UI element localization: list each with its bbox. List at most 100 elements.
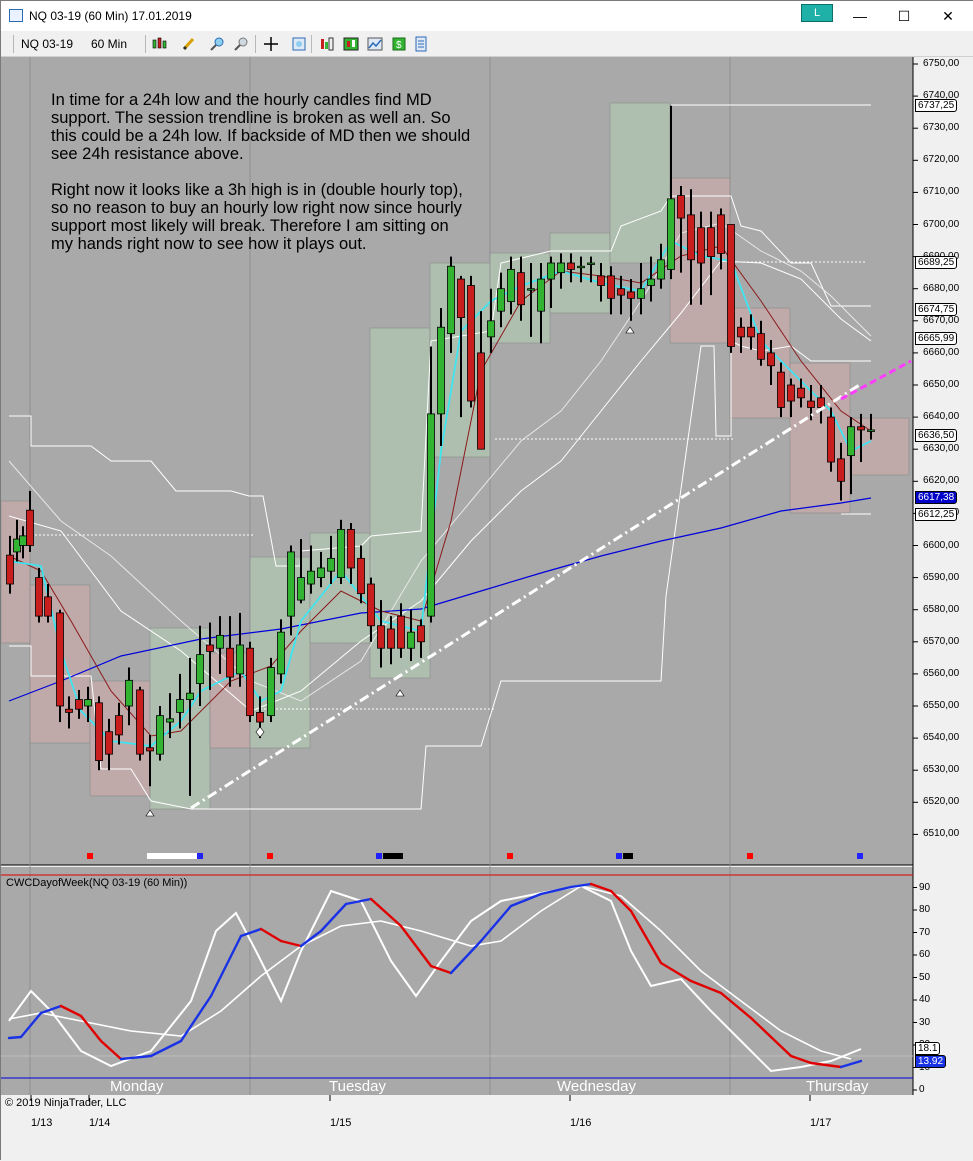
price-axis-label: 6680,00 bbox=[923, 282, 960, 294]
dollar-icon[interactable]: $ bbox=[391, 36, 407, 52]
bullish-candle bbox=[176, 699, 184, 713]
instrument-selector[interactable]: NQ 03-19 bbox=[21, 37, 73, 51]
bullish-candle bbox=[297, 577, 305, 601]
drawing-tool-icon[interactable] bbox=[181, 36, 197, 52]
svg-text:$: $ bbox=[396, 40, 402, 51]
bullish-candle bbox=[547, 262, 555, 280]
bullish-candle bbox=[267, 667, 275, 717]
bearish-candle bbox=[567, 262, 575, 270]
date-label: 1/14 bbox=[89, 1117, 111, 1129]
bearish-candle bbox=[367, 583, 375, 627]
price-level-box: 6665,99 bbox=[915, 332, 958, 345]
bearish-candle bbox=[617, 288, 625, 296]
bullish-candle bbox=[427, 413, 435, 617]
indicator-title: CWCDayofWeek(NQ 03-19 (60 Min)) bbox=[6, 877, 188, 889]
analysis-annotation: In time for a 24h low and the hourly can… bbox=[51, 91, 471, 271]
bullish-candle bbox=[236, 644, 244, 675]
price-axis-label: 6570,00 bbox=[923, 635, 960, 647]
price-axis-label: 6580,00 bbox=[923, 603, 960, 615]
session-marker bbox=[623, 853, 633, 859]
chart-window: NQ 03-19 (60 Min) 17.01.2019 L — ☐ ✕ NQ … bbox=[0, 0, 973, 1161]
price-level-box: 6636,50 bbox=[915, 429, 958, 442]
annotation-paragraph-1: In time for a 24h low and the hourly can… bbox=[51, 91, 471, 163]
bearish-candle bbox=[747, 326, 755, 338]
chart-style-icon[interactable] bbox=[151, 36, 167, 52]
link-button[interactable]: L bbox=[801, 4, 833, 22]
bearish-candle bbox=[837, 458, 845, 482]
session-marker bbox=[857, 853, 863, 859]
toolbar-separator bbox=[255, 35, 256, 53]
bearish-candle bbox=[467, 285, 475, 402]
price-axis-label: 6530,00 bbox=[923, 764, 960, 776]
chart-toolbar: NQ 03-19 60 Min $ bbox=[1, 31, 973, 57]
indicator-value-box: 18.1 bbox=[915, 1042, 941, 1055]
price-axis-label: 6720,00 bbox=[923, 154, 960, 166]
bearish-candle bbox=[357, 557, 365, 595]
price-axis-label: 6590,00 bbox=[923, 571, 960, 583]
price-axis-label: 6710,00 bbox=[923, 186, 960, 198]
session-marker bbox=[197, 853, 203, 859]
bearish-candle bbox=[827, 416, 835, 463]
indicator-axis-label: 30 bbox=[919, 1016, 931, 1028]
bearish-candle bbox=[115, 715, 123, 736]
bullish-candle bbox=[437, 326, 445, 415]
zoom-out-icon[interactable] bbox=[233, 36, 249, 52]
bullish-candle bbox=[867, 429, 875, 432]
minimize-button[interactable]: — bbox=[845, 5, 875, 27]
bearish-candle bbox=[707, 227, 715, 258]
price-axis-label: 6660,00 bbox=[923, 346, 960, 358]
indicator-axis-label: 40 bbox=[919, 994, 931, 1005]
bearish-candle bbox=[347, 529, 355, 569]
session-marker bbox=[267, 853, 273, 859]
session-marker bbox=[747, 853, 753, 859]
bearish-candle bbox=[777, 371, 785, 408]
crosshair-icon[interactable] bbox=[263, 36, 279, 52]
bullish-candle bbox=[125, 679, 133, 707]
price-axis-label: 6630,00 bbox=[923, 443, 960, 455]
bullish-candle bbox=[327, 557, 335, 572]
bearish-candle bbox=[697, 227, 705, 264]
bearish-candle bbox=[65, 708, 73, 713]
price-axis-label: 6560,00 bbox=[923, 667, 960, 679]
bearish-candle bbox=[797, 387, 805, 399]
indicators-icon[interactable] bbox=[319, 36, 335, 52]
interval-selector[interactable]: 60 Min bbox=[91, 37, 127, 51]
price-level-box: 6617,38 bbox=[915, 491, 958, 504]
maximize-button[interactable]: ☐ bbox=[889, 5, 919, 27]
session-marker bbox=[87, 853, 93, 859]
properties-icon[interactable] bbox=[413, 36, 429, 52]
oscillator-rising-segment bbox=[7, 1035, 23, 1040]
bearish-candle bbox=[757, 333, 765, 360]
bearish-candle bbox=[75, 699, 83, 710]
bullish-candle bbox=[637, 288, 645, 299]
data-box-icon[interactable] bbox=[291, 36, 307, 52]
date-label: 1/16 bbox=[570, 1117, 592, 1129]
bearish-candle bbox=[477, 352, 485, 450]
indicator-axis-label: 50 bbox=[919, 971, 931, 983]
bullish-candle bbox=[487, 320, 495, 338]
strategies-icon[interactable] bbox=[343, 36, 359, 52]
bullish-candle bbox=[527, 288, 535, 291]
bullish-candle bbox=[407, 631, 415, 649]
price-level-box: 6612,25 bbox=[915, 508, 958, 521]
price-axis-label: 6510,00 bbox=[923, 828, 960, 840]
bearish-candle bbox=[687, 214, 695, 261]
session-marker bbox=[616, 853, 622, 859]
close-button[interactable]: ✕ bbox=[933, 5, 963, 27]
bullish-candle bbox=[166, 718, 174, 723]
bearish-candle bbox=[717, 214, 725, 254]
bearish-candle bbox=[627, 291, 635, 299]
bullish-candle bbox=[19, 535, 27, 546]
price-axis-label: 6730,00 bbox=[923, 122, 960, 134]
price-axis-label: 6520,00 bbox=[923, 796, 960, 808]
indicator-axis-label: 70 bbox=[919, 926, 931, 938]
window-title: NQ 03-19 (60 Min) 17.01.2019 bbox=[29, 9, 192, 23]
indicator-axis-label: 90 bbox=[919, 881, 931, 893]
bullish-candle bbox=[507, 269, 515, 302]
indicator-axis-label: 80 bbox=[919, 904, 931, 915]
price-level-box: 6737,25 bbox=[915, 99, 958, 112]
title-bar[interactable]: NQ 03-19 (60 Min) 17.01.2019 L — ☐ ✕ bbox=[1, 1, 973, 31]
templates-icon[interactable] bbox=[367, 36, 383, 52]
bearish-candle bbox=[35, 577, 43, 617]
zoom-in-icon[interactable] bbox=[209, 36, 225, 52]
